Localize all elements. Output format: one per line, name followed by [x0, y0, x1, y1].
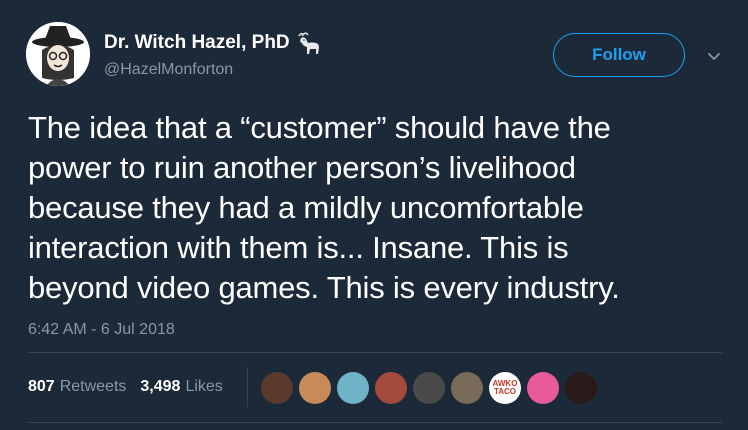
liker-avatar[interactable]	[565, 372, 597, 404]
liker-avatar[interactable]	[337, 372, 369, 404]
author-handle[interactable]: @HazelMonforton	[104, 61, 233, 79]
divider	[28, 352, 722, 353]
retweets-stat[interactable]: 807 Retweets	[28, 378, 126, 396]
tweet-text-line: power to ruin another person’s livelihoo…	[28, 150, 576, 185]
liker-avatar[interactable]	[299, 372, 331, 404]
tweet-timestamp[interactable]: 6:42 AM - 6 Jul 2018	[28, 321, 175, 339]
tweet-text-line: The idea that a “customer” should have t…	[28, 110, 611, 145]
liker-avatar[interactable]	[375, 372, 407, 404]
liker-avatar[interactable]	[527, 372, 559, 404]
witch-hat-portrait-icon	[26, 22, 90, 86]
likes-count: 3,498	[140, 378, 181, 395]
goat-icon	[297, 32, 319, 54]
author-avatar[interactable]	[26, 22, 90, 86]
follow-button[interactable]: Follow	[553, 33, 685, 77]
liker-avatars: AWKO TACO	[261, 372, 603, 404]
tweet-text-line: interaction with them is... Insane. This…	[28, 230, 569, 265]
display-name[interactable]: Dr. Witch Hazel, PhD	[104, 32, 290, 54]
tweet-text-line: because they had a mildly uncomfortable	[28, 190, 584, 225]
name-row: Dr. Witch Hazel, PhD	[104, 30, 322, 56]
tweet-text: The idea that a “customer” should have t…	[28, 108, 728, 308]
chevron-down-icon[interactable]	[706, 48, 722, 64]
tweet-stats: 807 Retweets 3,498 Likes	[28, 378, 237, 396]
liker-avatar[interactable]	[413, 372, 445, 404]
likes-label: Likes	[185, 378, 223, 395]
liker-avatar[interactable]	[261, 372, 293, 404]
retweets-label: Retweets	[59, 378, 127, 395]
tweet-text-line: beyond video games. This is every indust…	[28, 270, 620, 305]
stats-divider	[247, 367, 248, 407]
divider	[28, 422, 722, 423]
retweets-count: 807	[28, 378, 55, 395]
liker-avatar[interactable]: AWKO TACO	[489, 372, 521, 404]
liker-avatar-label: AWKO TACO	[492, 379, 518, 396]
likes-stat[interactable]: 3,498 Likes	[140, 378, 222, 396]
liker-avatar[interactable]	[451, 372, 483, 404]
